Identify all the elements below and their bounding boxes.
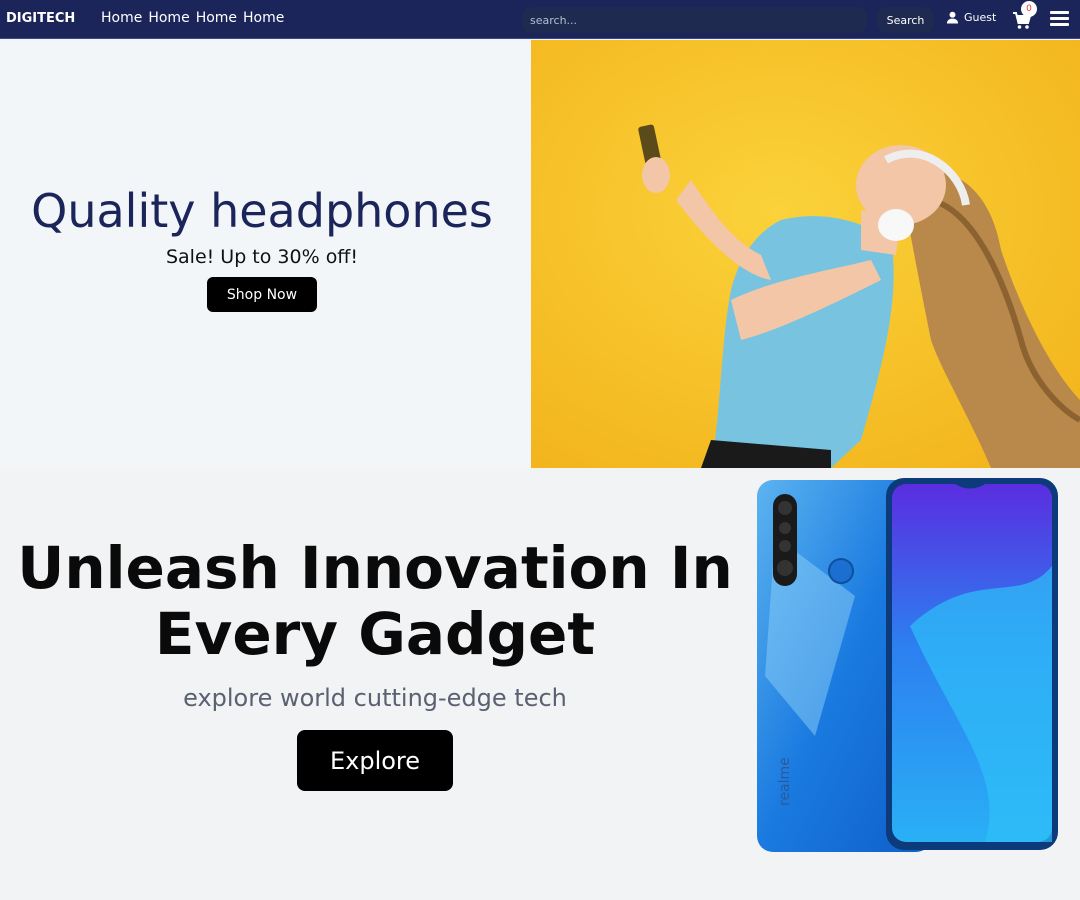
guest-label: Guest: [964, 11, 997, 24]
hero-innovation-title-line2: Every Gadget: [154, 600, 596, 668]
explore-button[interactable]: Explore: [297, 730, 453, 791]
hero-innovation-title-line1: Unleash Innovation In: [17, 534, 733, 602]
phone-brand-text: realme: [777, 757, 793, 806]
guest-account-link[interactable]: Guest: [946, 11, 996, 24]
hamburger-menu-icon[interactable]: [1050, 11, 1069, 27]
hero-innovation-title: Unleash Innovation In Every Gadget: [0, 535, 750, 667]
hero-innovation-subtitle: explore world cutting-edge tech: [183, 684, 567, 712]
search-input[interactable]: [522, 7, 867, 33]
nav-link-home-1[interactable]: Home: [101, 10, 142, 26]
hero-headphones-title: Quality headphones: [31, 184, 493, 238]
hero-headphones-subtitle: Sale! Up to 30% off!: [165, 246, 359, 268]
nav-links: Home Home Home Home: [101, 10, 284, 26]
shop-now-button[interactable]: Shop Now: [207, 277, 317, 312]
nav-link-home-2[interactable]: Home: [148, 10, 189, 26]
nav-link-home-4[interactable]: Home: [243, 10, 284, 26]
cart-count-badge: 0: [1021, 1, 1037, 17]
brand-logo[interactable]: DIGITECH: [6, 11, 75, 26]
realme-smartphone-photo: realme: [755, 476, 1060, 853]
user-icon: [946, 11, 959, 24]
woman-with-headphones-photo: [531, 40, 1080, 468]
nav-link-home-3[interactable]: Home: [196, 10, 237, 26]
top-navbar: DIGITECH Home Home Home Home Search Gues…: [0, 0, 1080, 39]
search-button[interactable]: Search: [877, 7, 934, 33]
